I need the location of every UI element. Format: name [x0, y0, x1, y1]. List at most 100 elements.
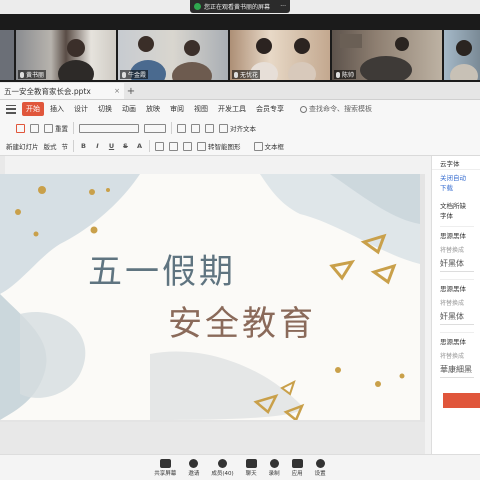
slide-title-line2[interactable]: 安全教育 [168, 296, 316, 345]
command-search[interactable]: 查找命令、搜索模板 [300, 104, 372, 114]
settings-button[interactable]: 设置 [315, 458, 326, 477]
font-select[interactable] [79, 123, 139, 133]
align-right-icon[interactable] [183, 141, 192, 151]
tab-transitions[interactable]: 切换 [94, 102, 116, 116]
tab-design[interactable]: 设计 [70, 102, 92, 116]
more-options-button[interactable]: ··· [280, 3, 286, 10]
participant-label: 陈帅 [334, 70, 357, 79]
chat-icon [245, 458, 257, 468]
reset-icon [44, 123, 53, 133]
numbering-icon[interactable] [191, 123, 200, 133]
menu-icon[interactable] [6, 104, 16, 114]
apps-label: 应用 [291, 470, 303, 477]
new-slide-button[interactable]: 新建幻灯片 [6, 141, 39, 151]
text-box-label: 文本框 [264, 143, 285, 151]
italic-button[interactable]: I [93, 142, 102, 150]
align-center-icon[interactable] [169, 141, 178, 151]
text-direction-button[interactable]: 对齐文本 [219, 123, 256, 133]
slide-canvas: 五一假期 安全教育 [0, 174, 425, 422]
tab-developer[interactable]: 开发工具 [214, 102, 250, 116]
record-button[interactable]: 录制 [269, 458, 280, 477]
font-card[interactable]: 思源黑体 将替换成 華康細黑 [440, 332, 474, 381]
font-card[interactable]: 思源黑体 将替换成 奸黑体 [440, 279, 474, 328]
slide[interactable]: 五一假期 安全教育 [0, 174, 420, 420]
indent-icon[interactable] [205, 123, 214, 133]
command-search-label: 查找命令、搜索模板 [309, 105, 372, 113]
tab-review[interactable]: 审阅 [166, 102, 188, 116]
smart-graphic-button[interactable]: 转智能图形 [197, 141, 241, 151]
bold-button[interactable]: B [79, 142, 88, 150]
ribbon-toolbar: 重置 对齐文本 新建幻灯片 版式 节 B I U S A 转智能图形 文本框 [0, 118, 480, 156]
reset-button[interactable]: 重置 [44, 123, 68, 133]
share-screen-button[interactable]: 共享屏幕 [154, 458, 176, 477]
members-label: 成员(40) [211, 470, 234, 477]
font-name: 思源黑体 [440, 338, 466, 346]
chat-button[interactable]: 聊天 [245, 458, 257, 477]
tab-home[interactable]: 开始 [22, 102, 44, 116]
bullets-icon[interactable] [177, 123, 186, 133]
section-button[interactable]: 节 [62, 141, 69, 151]
font-color-button[interactable]: A [135, 142, 144, 150]
video-tile[interactable]: 无忧花 [230, 30, 330, 80]
toolbar-row-bottom: 新建幻灯片 版式 节 B I U S A 转智能图形 文本框 [0, 138, 284, 154]
tab-view[interactable]: 视图 [190, 102, 212, 116]
share-status-text: 您正在观看黄书丽的屏幕 [204, 4, 271, 11]
document-tab[interactable]: 五一安全教育家长会.pptx × [0, 83, 124, 99]
tab-animations[interactable]: 动画 [118, 102, 140, 116]
tab-slideshow[interactable]: 放映 [142, 102, 164, 116]
replacement-hint: 将替换成 [440, 353, 465, 360]
video-tile[interactable]: 陈帅 [332, 30, 442, 80]
microphone-icon [20, 71, 24, 78]
replacement-font[interactable]: 奸黑体 [440, 311, 474, 325]
new-tab-button[interactable]: + [124, 83, 138, 99]
invite-icon [189, 458, 199, 468]
video-tile-partial-left[interactable] [0, 30, 14, 80]
meeting-toolbar: 共享屏幕 邀请 成员(40) 聊天 录制 应用 设置 [0, 454, 480, 480]
invite-button[interactable]: 邀请 [188, 458, 200, 477]
search-icon [300, 105, 307, 113]
toolbar-row-top: 重置 对齐文本 [0, 120, 256, 136]
slide-title-line1[interactable]: 五一假期 [88, 244, 236, 293]
missing-fonts-title: 文档所缺字体 [440, 202, 466, 220]
paste-icon[interactable] [16, 123, 25, 133]
cloud-font-header[interactable]: 云字体 [432, 156, 480, 170]
members-button[interactable]: 成员(40) [211, 458, 234, 477]
toolbar-divider [149, 140, 150, 152]
apps-button[interactable]: 应用 [291, 458, 303, 477]
record-icon [269, 458, 279, 468]
strikethrough-button[interactable]: S [121, 142, 130, 150]
video-tile-partial-right[interactable] [444, 30, 480, 80]
share-status-pill[interactable]: 您正在观看黄书丽的屏幕 ··· [190, 0, 290, 13]
font-size-select[interactable] [144, 123, 166, 133]
text-box-icon [253, 141, 263, 151]
font-name: 思源黑体 [440, 232, 466, 240]
video-strip: 黄书丽 牛金霞 无忧花 陈帅 [0, 30, 480, 80]
screen: 您正在观看黄书丽的屏幕 ··· 黄书丽 牛金霞 无忧花 陈帅 五一安全教育家长会… [0, 0, 480, 480]
new-slide-icon[interactable] [30, 123, 39, 133]
tab-insert[interactable]: 插入 [46, 102, 68, 116]
replacement-font[interactable]: 華康細黑 [440, 364, 474, 378]
video-tile[interactable]: 牛金霞 [118, 30, 228, 80]
invite-label: 邀请 [188, 470, 200, 477]
text-direction-label: 对齐文本 [230, 125, 256, 133]
video-tile[interactable]: 黄书丽 [16, 30, 116, 80]
align-left-icon[interactable] [155, 141, 164, 151]
toolbar-divider [73, 140, 74, 152]
replacement-hint: 将替换成 [440, 247, 465, 254]
font-panel-action-button[interactable] [443, 393, 480, 408]
close-tab-icon[interactable]: × [114, 87, 120, 95]
ribbon-tabs: 开始 插入 设计 切换 动画 放映 审阅 视图 开发工具 会员专享 查找命令、搜… [0, 100, 480, 118]
text-box-button[interactable]: 文本框 [253, 141, 285, 151]
tab-member[interactable]: 会员专享 [252, 102, 288, 116]
replacement-font[interactable]: 奸黑体 [440, 258, 474, 272]
layout-button[interactable]: 版式 [44, 141, 57, 151]
notes-area[interactable] [0, 422, 425, 454]
new-slide-label: 新建幻灯片 [6, 143, 39, 151]
font-card[interactable]: 思源黑体 将替换成 奸黑体 [440, 226, 474, 275]
underline-button[interactable]: U [107, 142, 116, 150]
participant-label: 无忧花 [232, 70, 261, 79]
cloud-font-panel: 云字体 关闭自动下载 文档所缺字体 思源黑体 将替换成 奸黑体 思源黑体 将替换… [431, 156, 480, 454]
document-tab-bar: 五一安全教育家长会.pptx × + [0, 82, 480, 100]
disable-auto-download-link[interactable]: 关闭自动下载 [432, 170, 480, 194]
smart-graphic-icon [197, 141, 206, 151]
